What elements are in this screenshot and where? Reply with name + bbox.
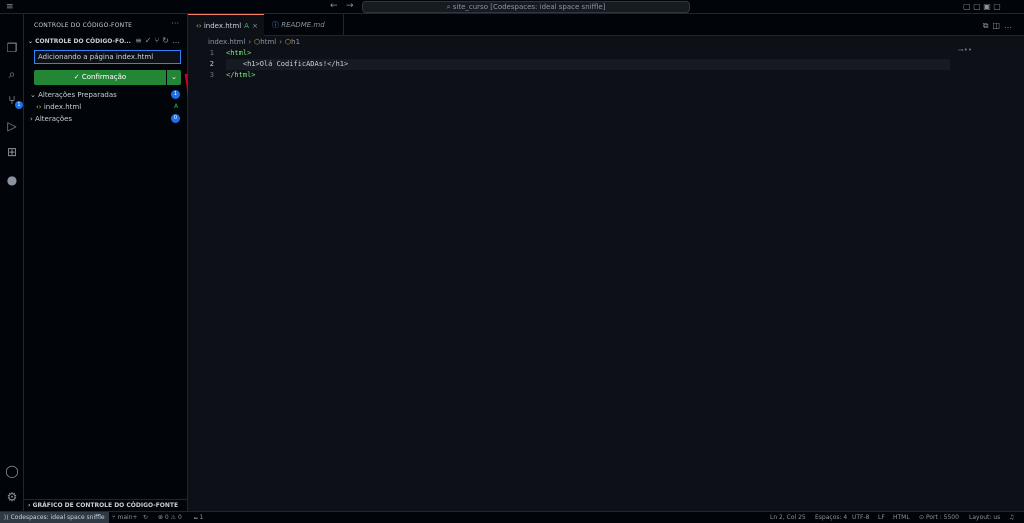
account-icon[interactable]: ◯ [4,463,20,479]
staged-changes-group[interactable]: ⌄ Alterações Preparadas [30,90,117,100]
remote-icon: ⟩⟨ [4,514,11,521]
extensions-icon[interactable]: ⊞ [4,144,20,160]
refresh-icon[interactable]: ↻ [162,36,172,45]
commit-message-input[interactable]: Adicionando a página index.html [34,50,181,64]
run-debug-icon[interactable]: ▷ [4,118,20,134]
chevron-down-icon: ⌄ [30,91,39,99]
tab-label: index.html [203,22,242,30]
branch-status[interactable]: ⑂ main+ [112,512,138,523]
editor-tabs: ‹› index.html A × ⓘ README.md ⧉◫… [188,14,1024,36]
breadcrumb-h1[interactable]: h1 [291,38,300,46]
search-icon[interactable]: ⌕ [4,66,20,82]
code-line-current[interactable]: <h1>Olá CodificADAs!</h1> [226,59,950,70]
ports-count: 1 [199,514,204,521]
tab-index-html[interactable]: ‹› index.html A × [188,14,264,36]
editor-actions: ⧉◫… [983,21,1016,31]
compare-icon[interactable]: ⧉ [983,21,993,30]
back-icon[interactable]: ← [330,1,338,11]
editor-area: ‹› index.html A × ⓘ README.md ⧉◫… index.h… [188,14,1024,511]
breadcrumb-html[interactable]: html [260,38,276,46]
staged-file-name: index.html [43,103,82,111]
chevron-down-icon: ⌄ [171,73,177,81]
sidebar-title: CONTROLE DO CÓDIGO-FONTE [34,22,133,29]
branch-label: main+ [117,514,138,521]
status-bar: ⟩⟨ Codespaces: ideal space sniffle ⑂ mai… [0,511,1024,523]
command-center[interactable]: ⌕ site_curso [Codespaces: ideal space sn… [362,1,690,13]
antenna-icon: ⊙ [919,514,926,521]
source-control-graph-header[interactable]: › GRÁFICO DE CONTROLE DO CÓDIGO-FONTE [24,499,187,511]
ports-status[interactable]: ⑉ 1 [194,512,203,523]
notifications-icon[interactable]: ♫ [1009,512,1014,523]
code-line[interactable]: </html> [226,70,950,81]
activity-bar: ❐ ⌕ ⑂ 1 ▷ ⊞ ● ◯ ⚙ [0,14,24,511]
breadcrumb-separator: › [248,38,252,46]
layout-toggle-icons[interactable]: ▢ ▢ ▣ ▢ [963,2,1001,12]
section-actions: ≡✓⑂↻… [135,36,183,45]
line-number: 1 [209,49,214,57]
port-label: Port : 5500 [925,514,959,521]
breadcrumb-file[interactable]: index.html [208,38,245,46]
more-icon[interactable]: … [172,36,183,45]
list-view-icon[interactable]: ≡ [135,36,145,45]
tab-status: A [244,22,249,30]
encoding[interactable]: UTF-8 [852,512,870,523]
html-file-icon: ‹› [36,103,44,111]
settings-icon[interactable]: ⚙ [4,489,20,505]
split-editor-icon[interactable]: ◫ [992,21,1004,30]
menu-icon[interactable]: ≡ [6,2,16,12]
explorer-icon[interactable]: ❐ [4,40,20,56]
end-of-line[interactable]: LF [878,512,885,523]
breadcrumb: index.html › ⬡html › ⬡h1 [208,38,300,46]
more-icon[interactable]: … [1004,21,1016,30]
breadcrumb-separator: › [279,38,283,46]
commit-button[interactable]: ✓ Confirmação [34,70,166,85]
title-bar: ≡ ← → ⌕ site_curso [Codespaces: ideal sp… [0,0,1024,14]
command-center-label: site_curso [Codespaces: ideal space snif… [452,3,606,11]
line-number: 2 [209,60,214,68]
changes-label: Alterações [35,115,73,123]
line-number: 3 [209,71,214,79]
close-icon[interactable]: × [252,15,258,37]
cursor-position[interactable]: Ln 2, Col 25 [770,512,806,523]
live-server-port[interactable]: ⊙ Port : 5500 [919,512,959,523]
problems-status[interactable]: ⊗ 0 ⚠ 0 [158,512,182,523]
staged-count-badge: 1 [171,90,180,99]
staged-label: Alterações Preparadas [38,91,117,99]
forward-icon[interactable]: → [346,1,354,11]
changes-count-badge: 0 [171,114,180,123]
staged-file-item[interactable]: ‹› index.html [36,102,81,112]
repository-section-header[interactable]: ⌄ CONTROLE DO CÓDIGO-FO... [28,38,131,45]
line-number-gutter: 1 2 3 [188,48,214,81]
source-control-icon[interactable]: ⑂ 1 [4,92,23,109]
github-icon[interactable]: ● [4,172,20,188]
more-actions-icon[interactable]: ··· [171,19,179,28]
info-icon: ⓘ [272,21,282,29]
source-control-sidebar: CONTROLE DO CÓDIGO-FONTE ··· ⌄ CONTROLE … [24,14,188,511]
commit-dropdown-button[interactable]: ⌄ [167,70,181,85]
source-control-badge: 1 [15,101,23,109]
changes-group[interactable]: › Alterações [30,114,72,124]
code-line[interactable]: <html> [226,48,950,59]
minimap-icon[interactable]: ⊸•• [958,46,972,54]
remote-indicator[interactable]: ⟩⟨ Codespaces: ideal space sniffle [0,512,109,523]
language-mode[interactable]: HTML [893,512,910,523]
remote-label: Codespaces: ideal space sniffle [10,514,105,521]
sync-icon[interactable]: ↻ [143,512,148,523]
html-file-icon: ‹› [196,22,204,30]
tab-readme[interactable]: ⓘ README.md [264,14,344,36]
tab-label: README.md [281,21,325,29]
file-status-added: A [174,103,179,110]
graph-header-label: GRÁFICO DE CONTROLE DO CÓDIGO-FONTE [32,502,179,509]
section-label: CONTROLE DO CÓDIGO-FO... [35,38,131,45]
indentation[interactable]: Espaços: 4 [815,512,847,523]
keyboard-layout[interactable]: Layout: us [969,512,1000,523]
code-editor[interactable]: <html> <h1>Olá CodificADAs!</h1> </html> [226,48,950,81]
